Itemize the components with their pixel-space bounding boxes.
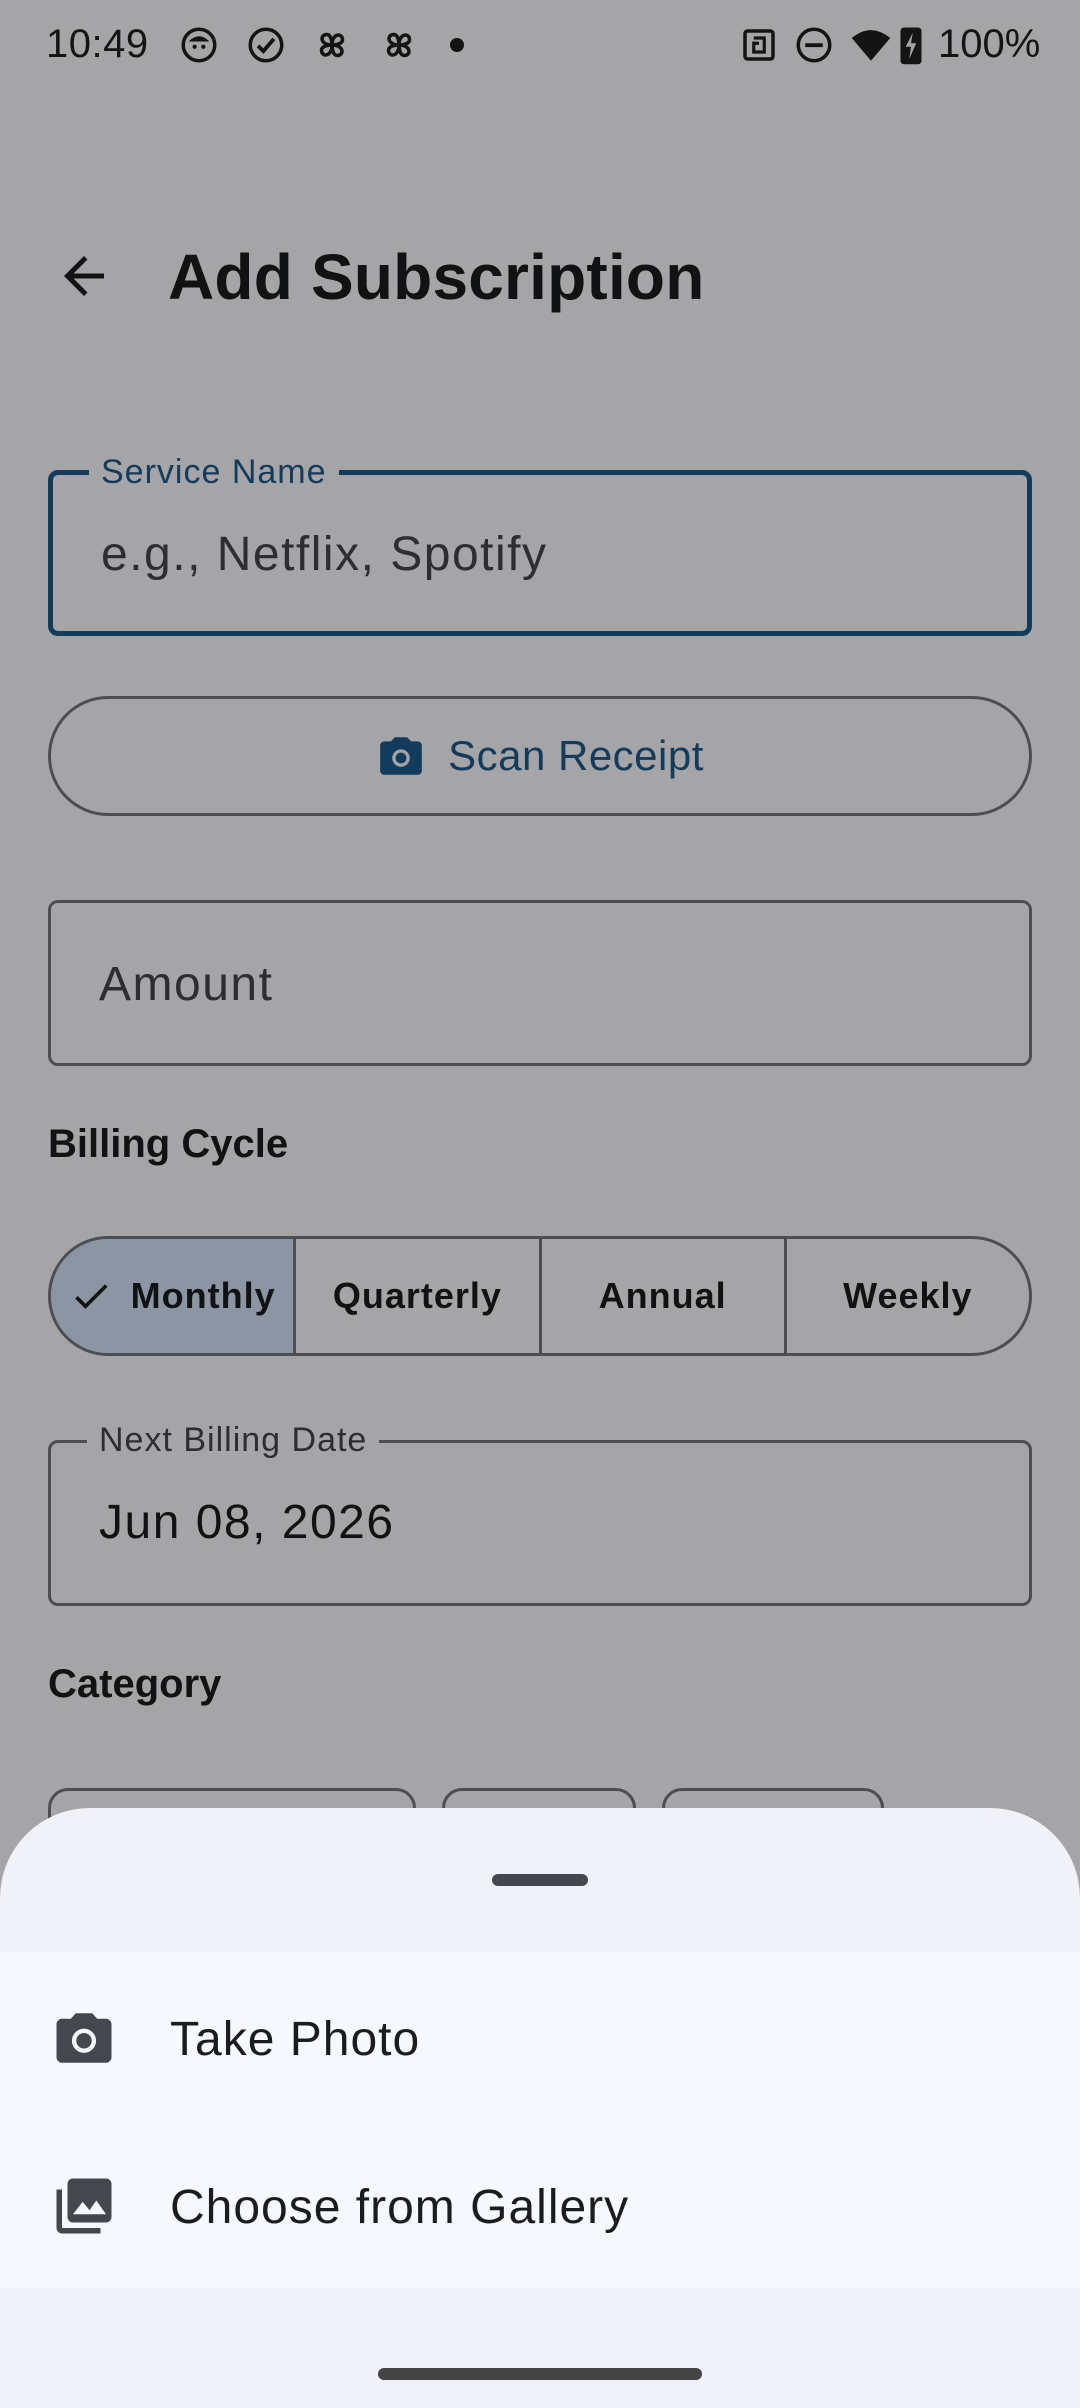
take-photo-option[interactable]: Take Photo	[0, 1952, 1080, 2120]
photo-library-icon	[48, 2170, 120, 2242]
sheet-options-list: Take Photo Choose from Gallery	[0, 1952, 1080, 2288]
gesture-nav-handle[interactable]	[378, 2368, 702, 2380]
image-source-bottom-sheet: Take Photo Choose from Gallery	[0, 1808, 1080, 2408]
choose-from-gallery-option[interactable]: Choose from Gallery	[0, 2120, 1080, 2288]
drag-handle[interactable]	[492, 1874, 588, 1886]
choose-from-gallery-label: Choose from Gallery	[170, 2181, 630, 2234]
take-photo-label: Take Photo	[170, 2013, 421, 2066]
camera-icon	[48, 2002, 120, 2074]
